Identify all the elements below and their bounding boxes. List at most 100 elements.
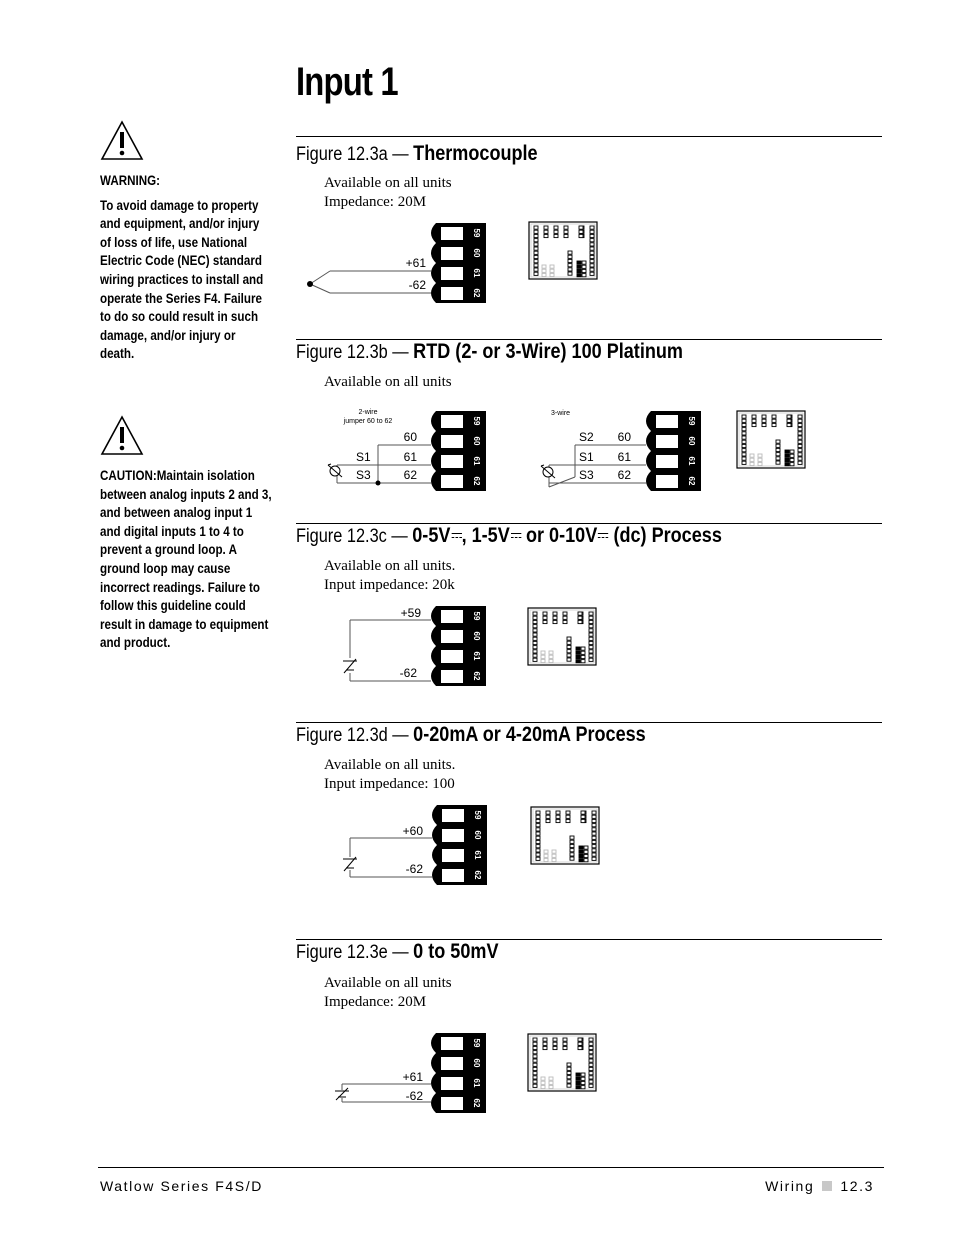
rtd-3-wire-diagram: 3-wire 59 60 61 62 60 61 62 S2 S1 S3 bbox=[540, 410, 701, 491]
terminal-screw-slot bbox=[441, 287, 463, 300]
dc-symbol-icon bbox=[510, 532, 521, 540]
figure-title: Figure 12.3a — Thermocouple bbox=[296, 142, 538, 166]
wire-label-plus: +59 bbox=[401, 606, 422, 620]
footer-section: Wiring bbox=[765, 1178, 815, 1194]
wire-label-plus: +60 bbox=[403, 824, 424, 838]
terminal-block: 59 60 61 62 bbox=[431, 411, 486, 491]
diagram-caption: 2-wire bbox=[358, 409, 377, 416]
current-process-diagram: 59 60 61 62 +60 -62 bbox=[343, 805, 487, 885]
terminal-number: 59 bbox=[472, 417, 481, 426]
terminal-number: 62 bbox=[687, 477, 696, 486]
terminal-number: 59 bbox=[687, 417, 696, 426]
warning-heading: WARNING: bbox=[100, 173, 160, 188]
terminal-screw-slot bbox=[441, 475, 463, 488]
terminal-block: 59 60 61 62 bbox=[646, 411, 701, 491]
wire-label-plus: +61 bbox=[406, 256, 427, 270]
figure-title: Figure 12.3d — 0-20mA or 4-20mA Process bbox=[296, 723, 646, 747]
controller-back-panel-icon bbox=[528, 221, 598, 280]
terminal-block: 59 60 61 62 bbox=[432, 805, 487, 885]
description-line: Available on all units bbox=[324, 175, 452, 191]
terminal-screw-slot bbox=[441, 1077, 463, 1090]
figure-number: Figure 12.3e — bbox=[296, 942, 409, 963]
wire-label-minus: -62 bbox=[400, 666, 418, 680]
caution-note: CAUTION:Maintain isolation between analo… bbox=[100, 415, 272, 653]
terminal-number: 59 bbox=[472, 1039, 481, 1048]
section-divider bbox=[296, 136, 882, 137]
thermocouple-wiring-diagram: 59 60 61 62 +61 -62 bbox=[307, 223, 486, 303]
terminal-screw-slot bbox=[441, 435, 463, 448]
diagram-caption: jumper 60 to 62 bbox=[343, 418, 393, 425]
figure-number: Figure 12.3b — bbox=[296, 342, 409, 363]
description-line: Impedance: 20M bbox=[324, 194, 427, 210]
controller-back-panel-icon bbox=[527, 1033, 597, 1092]
figure-description: Available on all units Impedance: 20M bbox=[324, 174, 452, 212]
terminal-wire-label: 61 bbox=[404, 450, 418, 464]
thermocouple-junction-icon bbox=[307, 281, 313, 287]
figure-number: Figure 12.3a — bbox=[296, 144, 409, 165]
diagram-caption: 3-wire bbox=[551, 410, 570, 417]
terminal-screw-slot bbox=[441, 670, 463, 683]
terminal-block: 59 60 61 62 bbox=[431, 1033, 486, 1113]
terminal-screw-slot bbox=[441, 650, 463, 663]
footer-page-number: 12.3 bbox=[840, 1178, 874, 1194]
figure-name: 0-5V , 1-5V or 0-10V (dc) Process bbox=[412, 524, 722, 547]
footer-page-info: Wiring 12.3 bbox=[765, 1178, 874, 1194]
description-line: Input impedance: 20k bbox=[324, 577, 455, 593]
description-line: Available on all units bbox=[324, 374, 452, 390]
terminal-screw-slot bbox=[656, 455, 678, 468]
terminal-screw-slot bbox=[656, 475, 678, 488]
voltage-source-icon bbox=[343, 658, 357, 674]
description-line: Impedance: 20M bbox=[324, 994, 427, 1010]
warning-body: To avoid damage to property and equipmen… bbox=[100, 197, 264, 362]
title-part: 0-5V bbox=[412, 524, 451, 547]
terminal-block: 59 60 61 62 bbox=[431, 223, 486, 303]
sensor-lead-label: S3 bbox=[579, 468, 594, 482]
figure-number: Figure 12.3c — bbox=[296, 526, 408, 547]
warning-note: WARNING: To avoid damage to property and… bbox=[100, 120, 270, 364]
terminal-number: 60 bbox=[472, 1059, 481, 1068]
rtd-sensor-icon bbox=[540, 464, 556, 479]
terminal-number: 61 bbox=[687, 457, 696, 466]
figure-description: Available on all units. Input impedance:… bbox=[324, 756, 455, 794]
controller-back-panel-icon bbox=[527, 607, 597, 666]
description-line: Available on all units. bbox=[324, 558, 456, 574]
current-source-icon bbox=[343, 856, 357, 872]
figure-title: Figure 12.3e — 0 to 50mV bbox=[296, 940, 499, 964]
footer-product-name: Watlow Series F4S/D bbox=[100, 1178, 263, 1194]
warning-triangle-icon bbox=[100, 120, 144, 160]
figure-number: Figure 12.3d — bbox=[296, 725, 409, 746]
terminal-number: 62 bbox=[472, 672, 481, 681]
terminal-number: 60 bbox=[472, 249, 481, 258]
terminal-number: 61 bbox=[472, 1079, 481, 1088]
terminal-screw-slot bbox=[442, 849, 464, 862]
terminal-screw-slot bbox=[442, 809, 464, 822]
description-line: Input impedance: 100 bbox=[324, 776, 455, 792]
terminal-screw-slot bbox=[441, 455, 463, 468]
figure-description: Available on all units bbox=[324, 373, 452, 392]
voltage-process-diagram: 59 60 61 62 +59 -62 bbox=[343, 606, 486, 686]
terminal-screw-slot bbox=[441, 415, 463, 428]
terminal-screw-slot bbox=[442, 869, 464, 882]
figure-name: 0 to 50mV bbox=[413, 940, 499, 963]
millivolt-diagram: 59 60 61 62 +61 -62 bbox=[335, 1033, 486, 1113]
page-title: Input 1 bbox=[296, 60, 399, 104]
terminal-screw-slot bbox=[441, 610, 463, 623]
description-line: Available on all units. bbox=[324, 757, 456, 773]
controller-back-panel-icon bbox=[530, 806, 600, 865]
wire-label-minus: -62 bbox=[406, 862, 424, 876]
rtd-2-wire-diagram: 2-wire jumper 60 to 62 59 60 61 62 60 61 62… bbox=[327, 409, 486, 491]
title-part: (dc) Process bbox=[608, 524, 722, 547]
terminal-number: 62 bbox=[472, 477, 481, 486]
figure-name: RTD (2- or 3-Wire) 100 Platinum bbox=[413, 340, 683, 363]
title-part: or 0-10V bbox=[520, 524, 598, 547]
terminal-number: 61 bbox=[473, 851, 482, 860]
terminal-screw-slot bbox=[441, 1057, 463, 1070]
sensor-lead-label: S1 bbox=[356, 450, 371, 464]
dc-symbol-icon bbox=[451, 532, 462, 540]
terminal-wire-label: 62 bbox=[404, 468, 418, 482]
figure-description: Available on all units Impedance: 20M bbox=[324, 974, 452, 1012]
terminal-screw-slot bbox=[441, 267, 463, 280]
terminal-wire-label: 61 bbox=[618, 450, 632, 464]
wire-label-minus: -62 bbox=[409, 278, 427, 292]
sensor-lead-label: S2 bbox=[579, 430, 594, 444]
